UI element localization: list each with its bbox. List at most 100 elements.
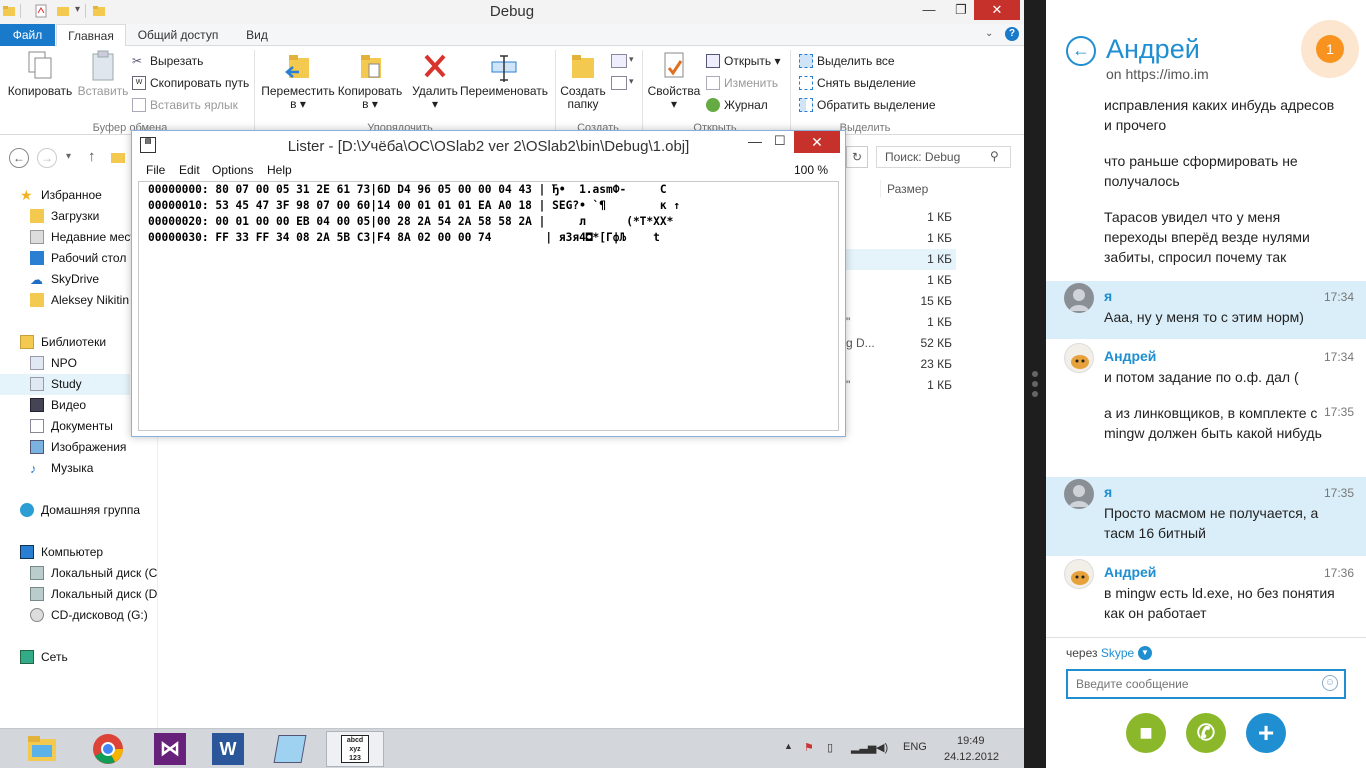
taskbar-chrome[interactable] (82, 731, 134, 767)
nav-downloads[interactable]: Загрузки (30, 206, 99, 227)
lister-close-button[interactable]: ✕ (794, 131, 840, 153)
easy-access-icon[interactable] (611, 76, 627, 90)
paste-button[interactable]: Вставить (74, 50, 132, 98)
new-folder-button[interactable]: Создать папку (558, 50, 608, 111)
video-call-button[interactable]: ■ (1126, 713, 1166, 753)
via-service[interactable]: через Skype (1066, 646, 1134, 660)
hex-view[interactable]: 00000000: 80 07 00 05 31 2E 61 73|6D D4 … (138, 181, 839, 431)
move-to-button[interactable]: Переместить в ▾ (260, 50, 336, 111)
column-header-size[interactable]: Размер (880, 180, 960, 198)
smiley-icon[interactable]: ☺ (1322, 675, 1338, 691)
nav-npo[interactable]: NPO (30, 353, 77, 374)
tray-power-icon[interactable]: ▯ (827, 741, 833, 754)
avatar (1064, 559, 1094, 589)
nav-network[interactable]: Сеть (20, 647, 68, 668)
tray-expand-icon[interactable]: ▲ (784, 741, 793, 751)
select-all-button[interactable]: Выделить все (797, 52, 895, 70)
delete-button[interactable]: Удалить ▾ (410, 50, 460, 111)
nav-documents-label: Документы (51, 419, 113, 433)
nav-libraries[interactable]: Библиотеки (20, 332, 106, 353)
taskbar: ⋈ W abcd xyz 123 ▲ ⚑ ▯ ▂▃▅ ◀) ENG 19:49 24… (0, 728, 1024, 768)
nav-images[interactable]: Изображения (30, 437, 126, 458)
paste-shortcut-button[interactable]: Вставить ярлык (130, 96, 238, 114)
close-button[interactable]: ✕ (974, 0, 1020, 20)
back-nav-icon[interactable]: ← (9, 148, 29, 168)
notification-badge[interactable]: 1 (1316, 35, 1344, 63)
history-button[interactable]: Журнал (704, 96, 768, 114)
tray-volume-icon[interactable]: ◀) (876, 741, 888, 754)
service-dropdown-icon[interactable]: ▼ (1138, 646, 1152, 660)
search-icon[interactable]: ⚲ (990, 149, 999, 163)
menu-file[interactable]: File (146, 163, 165, 177)
nav-study[interactable]: Study (30, 374, 82, 395)
taskbar-notepad[interactable] (264, 731, 316, 767)
copy-to-button[interactable]: Копировать в ▾ (334, 50, 406, 111)
tray-network-icon[interactable]: ▂▃▅ (851, 741, 876, 754)
add-button[interactable]: + (1246, 713, 1286, 753)
voice-call-button[interactable]: ✆ (1186, 713, 1226, 753)
open-button[interactable]: Открыть ▾ (704, 52, 781, 70)
menu-edit[interactable]: Edit (179, 163, 200, 177)
nav-disk-d[interactable]: Локальный диск (D (30, 584, 157, 605)
nav-video[interactable]: Видео (30, 395, 86, 416)
copy-to-label-2: в (362, 97, 369, 111)
ribbon-collapse-icon[interactable]: ⌄ (985, 28, 993, 39)
lister-minimize-button[interactable]: — (748, 133, 762, 149)
nav-homegroup[interactable]: Домашняя группа (20, 500, 140, 521)
tray-language[interactable]: ENG (903, 741, 927, 753)
tab-file[interactable]: Файл (0, 24, 55, 46)
taskbar-word[interactable]: W (202, 731, 254, 767)
images-icon (30, 440, 44, 454)
tab-view[interactable]: Вид (236, 24, 278, 46)
cut-button[interactable]: ✂ Вырезать (130, 52, 203, 70)
refresh-icon[interactable]: ↻ (846, 146, 868, 168)
nav-music[interactable]: ♪ Музыка (30, 458, 93, 479)
restore-button[interactable]: ❐ (946, 0, 976, 20)
forward-nav-icon[interactable]: → (37, 148, 57, 168)
nav-favorites[interactable]: ★ Избранное (20, 185, 102, 206)
rename-button[interactable]: Переименовать (460, 50, 548, 98)
nav-user[interactable]: Aleksey Nikitin (30, 290, 129, 311)
menu-help[interactable]: Help (267, 163, 292, 177)
nav-cd[interactable]: CD-дисковод (G:) (30, 605, 148, 626)
new-item-dropdown-icon[interactable]: ▾ (629, 54, 634, 65)
nav-disk-c[interactable]: Локальный диск (C (30, 563, 157, 584)
tray-time[interactable]: 19:49 (957, 735, 985, 747)
new-item-icon[interactable] (611, 54, 627, 68)
select-none-icon (799, 76, 813, 90)
nav-skydrive[interactable]: ☁ SkyDrive (30, 269, 99, 290)
copy-button[interactable]: Копировать (6, 50, 74, 98)
library-icon (30, 356, 44, 370)
properties-button[interactable]: Свойства ▾ (646, 50, 702, 111)
ribbon: Копировать Вставить ✂ Вырезать W Скопирова… (0, 46, 1024, 135)
tray-date[interactable]: 24.12.2012 (944, 751, 999, 763)
minimize-button[interactable]: — (914, 0, 944, 20)
taskbar-explorer[interactable] (16, 731, 68, 767)
tab-share[interactable]: Общий доступ (132, 24, 224, 46)
copy-path-button[interactable]: W Скопировать путь (130, 74, 249, 92)
easy-access-dropdown-icon[interactable]: ▾ (629, 76, 634, 87)
tab-home[interactable]: Главная (56, 24, 126, 47)
menu-options[interactable]: Options (212, 163, 253, 177)
nav-documents[interactable]: Документы (30, 416, 113, 437)
invert-selection-label: Обратить выделение (817, 98, 936, 112)
nav-desktop[interactable]: Рабочий стол (30, 248, 126, 269)
tray-flag-icon[interactable]: ⚑ (804, 741, 814, 754)
taskbar-visual-studio[interactable]: ⋈ (144, 731, 196, 767)
up-icon[interactable]: ↑ (88, 148, 96, 165)
back-arrow-icon[interactable]: ← (1066, 36, 1096, 66)
edit-button[interactable]: Изменить (704, 74, 778, 92)
nav-recent[interactable]: Недавние мест (30, 227, 136, 248)
delete-label: Удалить (412, 84, 458, 98)
select-none-button[interactable]: Снять выделение (797, 74, 916, 92)
explorer-titlebar[interactable]: ▾ Debug — ❐ ✕ (0, 0, 1024, 24)
message-input[interactable] (1066, 669, 1346, 699)
lister-titlebar[interactable]: ▤ Lister - [D:\Учёба\ОС\OSlab2 ver 2\OSl… (132, 131, 845, 161)
recent-locations-icon[interactable]: ▾ (66, 151, 71, 162)
lister-maximize-button[interactable]: ☐ (774, 133, 786, 149)
hex-line: 00000020: 00 01 00 00 EB 04 00 05|00 28 … (148, 215, 674, 228)
nav-computer[interactable]: Компьютер (20, 542, 103, 563)
invert-selection-button[interactable]: Обратить выделение (797, 96, 936, 114)
taskbar-lister[interactable]: abcd xyz 123 (326, 731, 384, 767)
help-icon[interactable]: ? (1005, 27, 1019, 41)
